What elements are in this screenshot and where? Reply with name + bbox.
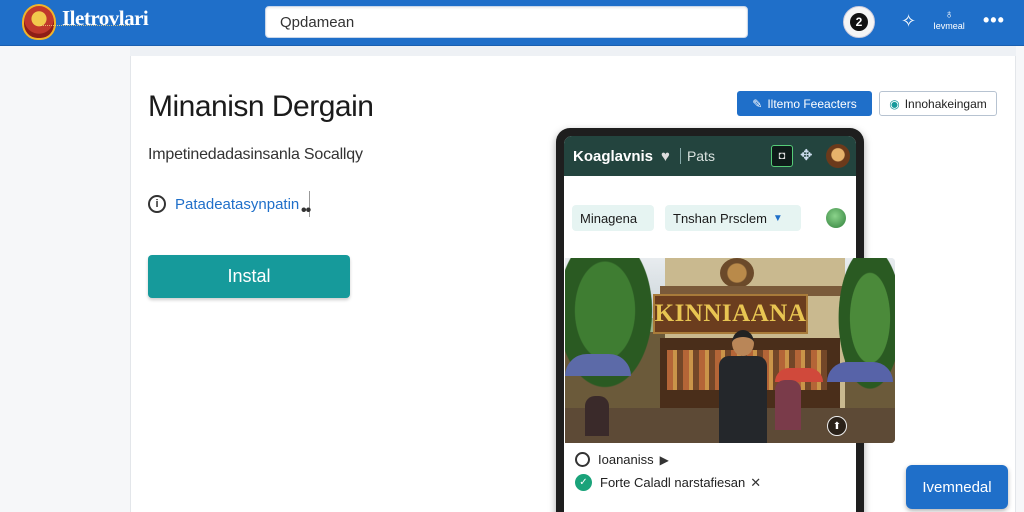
notifications-label: Ievmeal [933, 21, 965, 31]
top-navigation-bar: Iletrovlari 2 ✧ ♁ Ievmeal ••• [0, 0, 1024, 46]
right-gutter [1016, 46, 1024, 512]
more-options-icon[interactable]: ••• [983, 10, 1005, 31]
install-button[interactable]: Instal [148, 255, 350, 298]
check-icon: ✓ [575, 474, 592, 491]
settings-icon[interactable]: ✥ [800, 146, 813, 164]
notifications-button[interactable]: ♁ Ievmeal [930, 8, 968, 32]
secondary-button-label: Innohakeingam [904, 96, 987, 111]
phone-list-item[interactable]: ✓ Forte Caladl narstafiesan ✕ [575, 474, 761, 491]
chevron-down-icon: ▼ [772, 212, 783, 224]
info-icon: i [148, 195, 166, 213]
phone-profile-avatar[interactable] [826, 144, 850, 168]
featured-photo: KINNIAANA ⬆ [565, 258, 895, 443]
brand-logo[interactable]: Iletrovlari [22, 4, 149, 40]
photo-emblem [720, 258, 754, 288]
photo-person [585, 396, 609, 436]
crest-icon [22, 4, 56, 40]
brand-tagline-decoration [40, 25, 130, 28]
features-button-label: Iltemo Feeacters [767, 96, 857, 111]
photo-main-person [715, 330, 771, 443]
status-avatar-icon[interactable] [826, 208, 846, 228]
list-item-label: Ioananiss [598, 452, 654, 467]
info-link[interactable]: Patadeatasynpatin [175, 196, 299, 213]
left-gutter [0, 46, 130, 512]
photo-umbrella [565, 354, 631, 376]
play-icon: ▶ [659, 452, 669, 467]
app-subtitle: Impetinedadasinsanla Socallqy [148, 146, 363, 163]
camera-icon[interactable]: ◘ [771, 145, 793, 167]
app-title: Minanisn Dergain [148, 90, 374, 123]
photo-person [775, 380, 801, 430]
heart-icon[interactable]: ♥ [661, 148, 670, 165]
search-box[interactable] [265, 6, 748, 38]
info-row: i Patadeatasynpatin [148, 191, 311, 217]
close-icon[interactable]: ✕ [750, 475, 761, 491]
photo-palm-left [565, 258, 665, 408]
edit-icon: ✎ [752, 96, 763, 111]
filter-chip-label: Minagena [580, 210, 638, 226]
puzzle-icon[interactable]: ✧ [901, 12, 916, 30]
dropdown-chip[interactable]: Tnshan Prsclem ▼ [665, 205, 801, 231]
dropdown-chip-label: Tnshan Prsclem [673, 210, 767, 226]
user-avatar[interactable]: 2 [843, 6, 875, 38]
search-input[interactable] [266, 7, 747, 37]
header-divider [679, 148, 681, 164]
phone-tab[interactable]: Pats [687, 148, 715, 164]
avatar-initial: 2 [850, 13, 868, 31]
shield-icon: ◉ [889, 96, 900, 111]
filter-chip[interactable]: Minagena [572, 205, 654, 231]
search-icon [575, 452, 590, 467]
photo-sign: KINNIAANA [653, 294, 808, 334]
phone-app-title: Koaglavnis [573, 147, 654, 165]
photo-person-head [732, 330, 754, 356]
photo-person-body [719, 356, 767, 443]
features-button[interactable]: ✎ Iltemo Feeacters [737, 91, 872, 116]
photo-umbrella [827, 362, 893, 382]
secondary-button[interactable]: ◉ Innohakeingam [879, 91, 997, 116]
bell-icon: ♁ [944, 7, 954, 21]
photo-action-icon[interactable]: ⬆ [827, 416, 847, 436]
list-item-label: Forte Caladl narstafiesan [600, 475, 746, 490]
floating-action-button[interactable]: Ivemnedal [906, 465, 1008, 509]
more-options-icon[interactable]: •• [301, 202, 311, 220]
phone-list-item[interactable]: Ioananiss ▶ [575, 452, 669, 467]
